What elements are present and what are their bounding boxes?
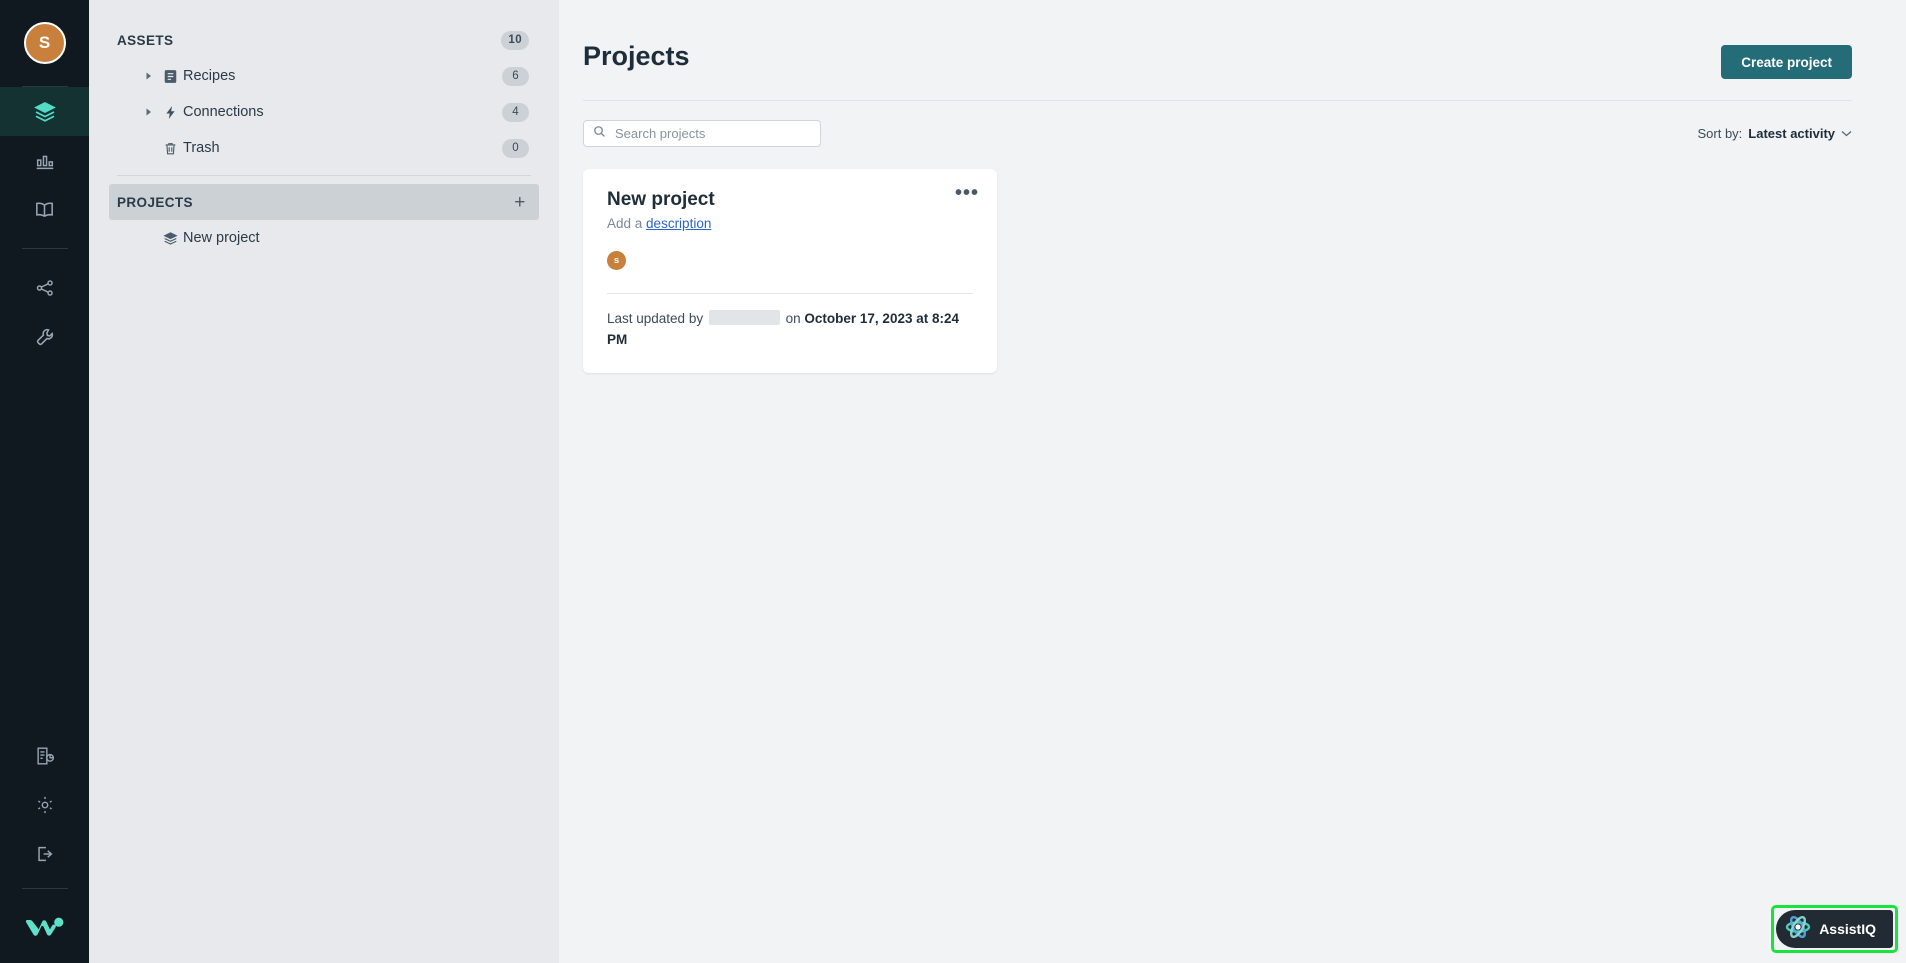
gear-icon	[34, 794, 56, 816]
project-card-menu-button[interactable]: •••	[955, 183, 979, 203]
layers-icon	[33, 100, 57, 124]
sidebar-item-logout[interactable]	[0, 829, 89, 878]
sort-by-value: Latest activity	[1748, 126, 1835, 141]
add-project-icon[interactable]: +	[511, 193, 529, 212]
sidebar-item-tools[interactable]	[0, 312, 89, 361]
project-owner-avatar[interactable]: s	[607, 251, 626, 270]
redacted-username	[708, 310, 780, 325]
project-card-title: New project	[607, 189, 715, 210]
sidebar-item-settings[interactable]	[0, 780, 89, 829]
assistiq-button[interactable]: AssistIQ	[1776, 910, 1893, 948]
project-card-divider	[607, 293, 973, 294]
logout-icon	[34, 843, 56, 865]
project-card[interactable]: ••• New project Add a description s Last…	[583, 169, 997, 373]
trash-count-badge: 0	[502, 138, 529, 158]
tree-item-new-project[interactable]: New project	[109, 220, 539, 256]
tree-item-trash-label: Trash	[183, 140, 220, 156]
page-title: Projects	[583, 41, 690, 71]
sort-by-dropdown[interactable]: Sort by: Latest activity	[1698, 126, 1853, 141]
projects-grid: ••• New project Add a description s Last…	[583, 169, 1852, 373]
bolt-icon	[157, 105, 183, 120]
header-divider	[583, 100, 1852, 101]
search-input[interactable]	[613, 125, 811, 142]
page-header: Projects Create project	[559, 0, 1906, 79]
tree-item-recipes[interactable]: Recipes 6	[109, 58, 539, 94]
connections-count-badge: 4	[502, 102, 529, 122]
workato-logo	[0, 889, 89, 963]
trash-icon	[157, 141, 183, 156]
last-updated-middle: on	[785, 311, 801, 326]
projects-toolbar: Sort by: Latest activity	[583, 120, 1852, 147]
tree-section-assets-label: ASSETS	[117, 32, 174, 48]
add-description-prefix: Add a	[607, 216, 643, 231]
chevron-down-icon	[1841, 130, 1852, 137]
project-card-meta: Last updated by on October 17, 2023 at 8…	[607, 309, 973, 351]
assistiq-highlight-frame: AssistIQ	[1771, 905, 1898, 953]
chevron-right-icon[interactable]	[141, 108, 157, 116]
main-content: Projects Create project Sort by: Latest …	[559, 0, 1906, 963]
assets-count-badge: 10	[501, 30, 529, 50]
asset-tree: ASSETS 10 Recipes 6 Connections 4 Trash …	[89, 0, 559, 256]
tree-item-connections[interactable]: Connections 4	[109, 94, 539, 130]
search-projects-box[interactable]	[583, 120, 821, 147]
sidebar-item-dashboards[interactable]	[0, 136, 89, 185]
assistiq-label: AssistIQ	[1819, 921, 1876, 937]
left-nav-rail: S	[0, 0, 89, 963]
bar-chart-icon	[34, 150, 56, 172]
tree-section-projects-label: PROJECTS	[117, 194, 193, 210]
tree-item-new-project-label: New project	[183, 230, 260, 246]
tree-item-trash[interactable]: Trash 0	[109, 130, 539, 166]
chevron-right-icon[interactable]	[141, 72, 157, 80]
recipe-icon	[157, 69, 183, 84]
tree-item-recipes-label: Recipes	[183, 68, 236, 84]
tree-section-assets[interactable]: ASSETS 10	[109, 22, 539, 58]
sidebar-item-catalog[interactable]	[0, 185, 89, 234]
assets-sidebar: ASSETS 10 Recipes 6 Connections 4 Trash …	[89, 0, 559, 963]
rail-divider-mid	[21, 248, 68, 249]
tree-section-projects[interactable]: PROJECTS +	[109, 184, 539, 220]
wrench-icon	[34, 326, 56, 348]
create-project-button[interactable]: Create project	[1721, 45, 1852, 79]
sidebar-item-reports[interactable]	[0, 731, 89, 780]
sidebar-item-assets[interactable]	[0, 87, 89, 136]
atom-icon	[1785, 914, 1811, 945]
avatar: S	[23, 22, 66, 64]
report-icon	[34, 745, 56, 767]
last-updated-prefix: Last updated by	[607, 311, 704, 326]
project-card-description: Add a description	[607, 216, 973, 231]
user-avatar-button[interactable]: S	[0, 0, 89, 86]
search-icon	[593, 125, 606, 143]
tree-item-connections-label: Connections	[183, 104, 264, 120]
recipes-count-badge: 6	[502, 66, 529, 86]
tree-separator	[117, 175, 531, 176]
sort-by-prefix: Sort by:	[1697, 126, 1743, 141]
add-description-link[interactable]: description	[646, 216, 711, 231]
share-network-icon	[34, 277, 56, 299]
layers-icon	[157, 231, 183, 246]
sidebar-item-flow[interactable]	[0, 263, 89, 312]
book-icon	[33, 198, 56, 221]
